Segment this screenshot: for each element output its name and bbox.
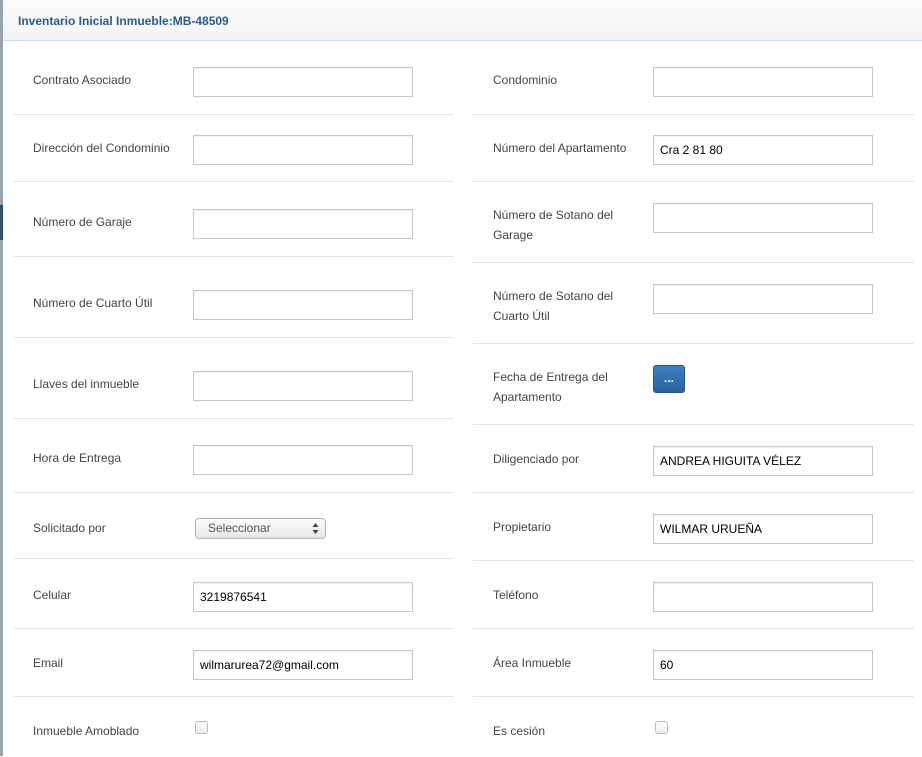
row-propietario: Propietario: [473, 493, 914, 561]
row-hora: Hora de Entrega: [13, 419, 454, 493]
right-column: Condominio Número del Apartamento Número…: [473, 41, 914, 757]
solicitado-label: Solicitado por: [33, 521, 106, 535]
celular-label: Celular: [33, 588, 72, 602]
panel-title: Inventario Inicial Inmueble:MB-48509: [18, 14, 229, 28]
inventory-panel: Inventario Inicial Inmueble:MB-48509 Con…: [3, 0, 922, 756]
fecha-label: Fecha de Entrega del Apartamento: [493, 367, 633, 407]
garaje-input[interactable]: [193, 209, 413, 239]
row-direccion: Dirección del Condominio: [13, 115, 454, 182]
contrato-input[interactable]: [193, 67, 413, 97]
cesion-label: Es cesión: [493, 724, 546, 738]
apartamento-label: Número del Apartamento: [493, 141, 627, 155]
apartamento-input[interactable]: [653, 135, 873, 165]
solicitado-selected-value: Seleccionar: [208, 521, 271, 535]
row-sotano-garage: Número de Sotano del Garage: [473, 182, 914, 263]
hora-input[interactable]: [193, 445, 413, 475]
diligenciado-label: Diligenciado por: [493, 452, 580, 466]
cuarto-label: Número de Cuarto Útil: [33, 296, 153, 310]
sotano-garage-label: Número de Sotano del Garage: [493, 205, 633, 245]
condominio-label: Condominio: [493, 73, 558, 87]
direccion-label: Dirección del Condominio: [33, 141, 170, 155]
sotano-cuarto-label: Número de Sotano del Cuarto Útil: [493, 286, 633, 326]
sotano-garage-label-line2: Garage: [493, 228, 534, 242]
row-contrato: Contrato Asociado: [13, 41, 454, 115]
propietario-input[interactable]: [653, 514, 873, 544]
area-label: Área Inmueble: [493, 656, 572, 670]
row-amoblado: Inmueble Amoblado: [13, 697, 454, 757]
row-email: Email: [13, 629, 454, 697]
fecha-label-line2: Apartamento: [493, 390, 562, 404]
row-area: Área Inmueble: [473, 629, 914, 697]
row-telefono: Teléfono: [473, 561, 914, 629]
row-condominio: Condominio: [473, 41, 914, 115]
hora-label: Hora de Entrega: [33, 451, 122, 465]
cuarto-input[interactable]: [193, 290, 413, 320]
area-input[interactable]: [653, 650, 873, 680]
sotano-garage-label-line1: Número de Sotano del: [493, 208, 614, 222]
row-sotano-cuarto: Número de Sotano del Cuarto Útil: [473, 263, 914, 344]
diligenciado-input[interactable]: [653, 446, 873, 476]
email-label: Email: [33, 656, 64, 670]
row-diligenciado: Diligenciado por: [473, 425, 914, 493]
sotano-cuarto-label-line2: Cuarto Útil: [493, 309, 550, 323]
row-celular: Celular: [13, 559, 454, 629]
fecha-label-line1: Fecha de Entrega del: [493, 370, 608, 384]
date-picker-button[interactable]: ...: [653, 365, 685, 393]
select-arrows-icon: [312, 523, 319, 534]
llaves-label: Llaves del inmueble: [33, 377, 140, 391]
row-solicitado: Solicitado por Seleccionar: [13, 493, 454, 559]
row-fecha: Fecha de Entrega del Apartamento ...: [473, 344, 914, 425]
solicitado-select[interactable]: Seleccionar: [195, 518, 326, 539]
row-cesion: Es cesión: [473, 697, 914, 757]
sotano-cuarto-label-line1: Número de Sotano del: [493, 289, 614, 303]
row-apartamento: Número del Apartamento: [473, 115, 914, 182]
amoblado-checkbox[interactable]: [195, 721, 208, 734]
amoblado-label: Inmueble Amoblado: [33, 724, 140, 738]
garaje-label: Número de Garaje: [33, 215, 132, 229]
sotano-garage-input[interactable]: [653, 203, 873, 233]
row-garaje: Número de Garaje: [13, 182, 454, 257]
panel-header: Inventario Inicial Inmueble:MB-48509: [3, 0, 922, 41]
celular-input[interactable]: [193, 582, 413, 612]
left-column: Contrato Asociado Dirección del Condomin…: [13, 41, 454, 757]
sotano-cuarto-input[interactable]: [653, 284, 873, 314]
email-input[interactable]: [193, 650, 413, 680]
telefono-label: Teléfono: [493, 588, 539, 602]
propietario-label: Propietario: [493, 520, 552, 534]
row-llaves: Llaves del inmueble: [13, 338, 454, 419]
contrato-label: Contrato Asociado: [33, 73, 132, 87]
direccion-input[interactable]: [193, 135, 413, 165]
condominio-input[interactable]: [653, 67, 873, 97]
row-cuarto: Número de Cuarto Útil: [13, 257, 454, 338]
llaves-input[interactable]: [193, 371, 413, 401]
telefono-input[interactable]: [653, 582, 873, 612]
cesion-checkbox[interactable]: [655, 721, 668, 734]
